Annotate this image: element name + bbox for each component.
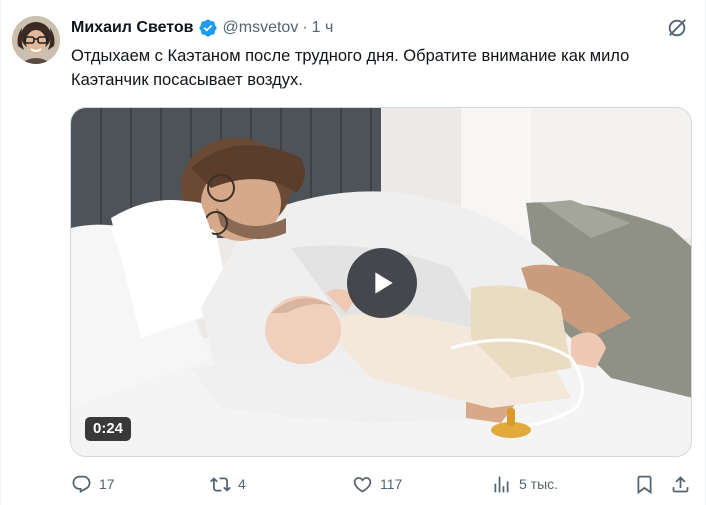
reply-button[interactable]: 17 xyxy=(71,472,115,496)
author-handle[interactable]: @msvetov xyxy=(223,16,299,40)
views-button[interactable]: 5 тыс. xyxy=(491,472,558,496)
like-button[interactable]: 117 xyxy=(352,472,402,496)
timestamp[interactable]: 1 ч xyxy=(312,16,334,40)
retweet-icon xyxy=(210,476,231,492)
share-button[interactable] xyxy=(670,472,691,496)
play-button[interactable] xyxy=(347,248,417,318)
video-player[interactable]: 0:24 xyxy=(70,107,692,457)
verified-badge-icon xyxy=(198,19,217,37)
tweet-actions-bar: 17 4 117 5 тыс. xyxy=(69,472,695,496)
share-icon xyxy=(672,475,689,492)
views-chart-icon xyxy=(494,476,509,492)
grok-button[interactable] xyxy=(665,16,689,40)
like-count: 117 xyxy=(380,476,403,492)
bookmark-icon xyxy=(637,475,652,494)
separator-dot: · xyxy=(302,19,308,36)
retweet-button[interactable]: 4 xyxy=(210,472,246,496)
author-name[interactable]: Михаил Светов xyxy=(71,16,194,40)
retweet-count: 4 xyxy=(238,476,246,492)
avatar-image xyxy=(12,16,60,64)
play-icon xyxy=(375,272,393,294)
video-duration-badge: 0:24 xyxy=(85,417,132,441)
grok-icon xyxy=(668,19,686,37)
tweet-header: Михаил Светов @msvetov · 1 ч xyxy=(71,16,693,40)
heart-icon xyxy=(353,476,372,493)
tweet-text: Отдыхаем с Каэтаном после трудного дня. … xyxy=(71,47,630,89)
tweet-card[interactable]: Михаил Светов @msvetov · 1 ч Отдыхаем с … xyxy=(0,0,706,505)
views-count: 5 тыс. xyxy=(519,476,559,492)
avatar[interactable] xyxy=(12,16,60,64)
reply-icon xyxy=(72,475,91,493)
bookmark-button[interactable] xyxy=(634,472,655,496)
reply-count: 17 xyxy=(99,476,115,492)
